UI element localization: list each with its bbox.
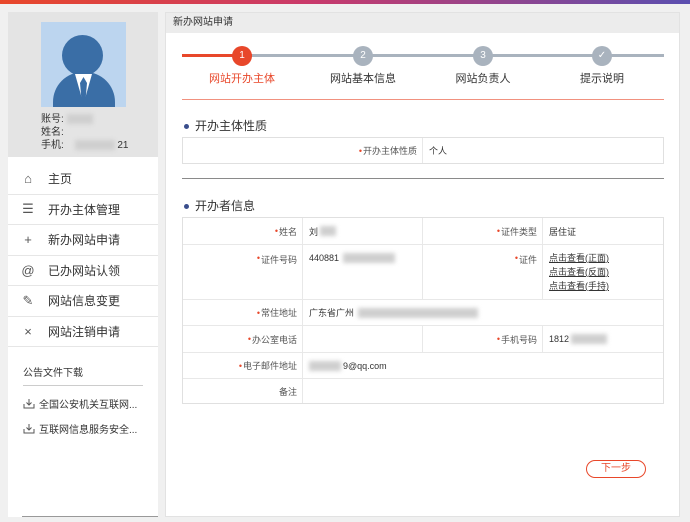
sidebar-item-2[interactable]: ☰ 开办主体管理: [8, 194, 158, 225]
notice-item-label: 全国公安机关互联网...: [39, 400, 138, 411]
cert-no-value: 440881: [303, 245, 423, 299]
step-2-circle: 2: [353, 46, 373, 66]
phone-line: 手机: 21: [41, 136, 128, 151]
account-blurred: [66, 114, 93, 125]
cert-front-link[interactable]: 点击查看(正面): [549, 251, 663, 265]
sidebar-item-label: 网站注销申请: [48, 324, 121, 339]
download-icon: [23, 424, 35, 434]
phone-partial: 21: [117, 140, 129, 151]
address-label: • 常住地址: [183, 300, 303, 325]
step-2-label: 网站基本信息: [330, 73, 396, 85]
top-accent-bar: [0, 0, 690, 4]
step-4-check-icon: ✓: [592, 46, 612, 66]
main-panel: 新办网站申请 1 2 3 ✓ 网站开办主体 网站基本信息 网站负责人 提示说明 …: [165, 12, 680, 517]
page-title: 新办网站申请: [166, 13, 679, 33]
sidebar-menu: ⌂ 主页 ☰ 开办主体管理 + 新办网站申请 @ 已办网站认领 ✎ 网站信息变更 × 网站注销申请: [8, 164, 158, 347]
notice-title: 公告文件下载: [23, 364, 143, 386]
sidebar-item-label: 网站信息变更: [48, 294, 121, 309]
step-1-circle: 1: [232, 46, 252, 66]
email-label: • 电子邮件地址: [183, 353, 303, 378]
notice-item[interactable]: 全国公安机关互联网...: [23, 396, 143, 411]
next-step-button[interactable]: 下一步: [586, 460, 646, 478]
home-icon: ⌂: [24, 171, 32, 187]
remark-label: 备注: [183, 379, 303, 403]
section-divider: [182, 178, 664, 179]
phone-blurred: [74, 140, 115, 151]
mobile-label: • 手机号码: [423, 326, 543, 352]
sidebar-item-label: 新办网站申请: [48, 233, 121, 248]
list-icon: ☰: [22, 201, 34, 217]
profile-card: 账号: 姓名: 手机: 21: [8, 12, 158, 157]
sidebar-item-3[interactable]: + 新办网站申请: [8, 225, 158, 256]
section-subject-nature-title: 开办主体性质: [184, 117, 267, 134]
close-icon: ×: [24, 323, 32, 339]
at-icon: @: [21, 262, 35, 278]
cert-no-label: • 证件号码: [183, 245, 303, 299]
cert-type-label: • 证件类型: [423, 218, 543, 244]
sidebar-item-1[interactable]: ⌂ 主页: [8, 164, 158, 195]
section-owner-info-title: 开办者信息: [184, 197, 255, 214]
office-phone-label: • 办公室电话: [183, 326, 303, 352]
remark-value: [303, 379, 663, 403]
sidebar-item-label: 已办网站认领: [48, 263, 121, 278]
cert-back-link[interactable]: 点击查看(反面): [549, 265, 663, 279]
cert-links: 点击查看(正面) 点击查看(反面) 点击查看(手持): [543, 245, 663, 299]
sidebar-item-6[interactable]: × 网站注销申请: [8, 316, 158, 347]
sidebar-item-label: 开办主体管理: [48, 202, 121, 217]
phone-label: 手机:: [41, 140, 64, 151]
steps-underline: [182, 99, 664, 100]
step-3-label: 网站负责人: [455, 73, 511, 85]
cert-handheld-link[interactable]: 点击查看(手持): [549, 279, 663, 293]
mobile-value: 1812: [543, 326, 663, 352]
sidebar-item-4[interactable]: @ 已办网站认领: [8, 255, 158, 286]
avatar: [41, 22, 126, 107]
edit-icon: ✎: [22, 292, 34, 308]
step-4-label: 提示说明: [580, 73, 624, 85]
address-value: 广东省广州: [303, 300, 663, 325]
notice-item-label: 互联网信息服务安全...: [39, 425, 138, 436]
plus-icon: +: [24, 232, 32, 248]
sidebar-divider: [22, 516, 158, 517]
office-phone-value: [303, 326, 423, 352]
name-field-label: • 姓名: [183, 218, 303, 244]
notice-downloads: 公告文件下载 全国公安机关互联网... 互联网信息服务安全...: [23, 364, 143, 436]
step-3-circle: 3: [473, 46, 493, 66]
subject-nature-label: • 开办主体性质: [183, 138, 423, 163]
sidebar-item-5[interactable]: ✎ 网站信息变更: [8, 286, 158, 317]
download-icon: [23, 399, 35, 409]
email-value: 9@qq.com: [303, 353, 663, 378]
subject-nature-value: 个人: [429, 146, 448, 156]
notice-item[interactable]: 互联网信息服务安全...: [23, 421, 143, 436]
step-1-label: 网站开办主体: [209, 73, 275, 85]
owner-info-table: • 姓名 刘 • 证件类型 居住证 • 证件号码 440881 • 证件 点击查看(正面…: [182, 217, 664, 404]
sidebar-item-label: 主页: [48, 172, 73, 187]
subject-nature-table: • 开办主体性质 个人: [182, 137, 664, 164]
cert-type-value: 居住证: [549, 226, 577, 237]
sidebar: 账号: 姓名: 手机: 21 ⌂ 主页 ☰ 开办主体管理 + 新办网站申请 @ 已办网站认领 ✎…: [8, 12, 158, 517]
name-field-value: 刘: [303, 218, 423, 244]
step-progress: 1 2 3 ✓ 网站开办主体 网站基本信息 网站负责人 提示说明: [182, 46, 664, 101]
cert-label: • 证件: [423, 245, 543, 299]
